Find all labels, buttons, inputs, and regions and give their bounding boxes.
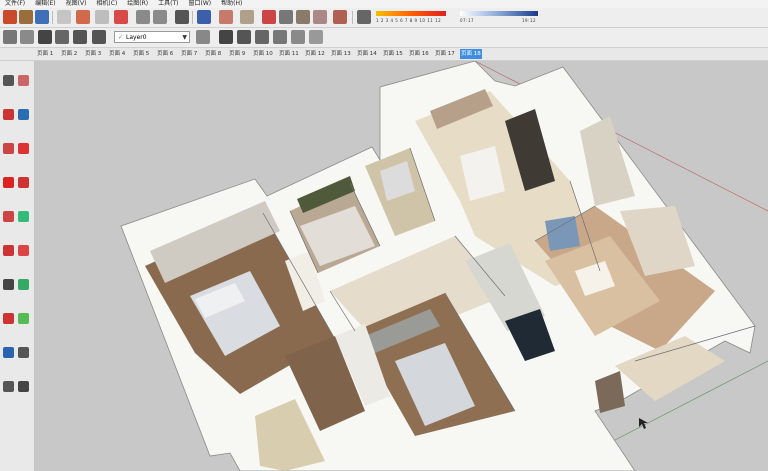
eraser-icon[interactable] — [18, 75, 29, 86]
arc-icon[interactable] — [3, 177, 14, 188]
view-toolbar: ✓ Layer0 ▼ — [0, 28, 768, 48]
chevron-down-icon: ▼ — [182, 34, 187, 41]
delete-icon[interactable] — [114, 10, 128, 24]
iso-view-icon[interactable] — [20, 30, 34, 44]
xray-style-icon[interactable] — [219, 30, 233, 44]
scene-tab-10[interactable]: 页面 10 — [252, 49, 274, 59]
layer-value: Layer0 — [126, 34, 147, 41]
undo-icon[interactable] — [136, 10, 150, 24]
menu-item-0[interactable]: 文件(F) — [0, 0, 30, 8]
left-toolbar — [0, 61, 35, 471]
shadow-time-slider[interactable] — [460, 11, 538, 16]
wireframe-icon[interactable] — [237, 30, 251, 44]
paste-icon[interactable] — [95, 10, 109, 24]
style-icon[interactable] — [240, 10, 254, 24]
house-icon[interactable] — [73, 30, 87, 44]
shaded-icon[interactable] — [273, 30, 287, 44]
match-photo-icon[interactable] — [333, 10, 347, 24]
scene-tab-8[interactable]: 页面 8 — [204, 49, 222, 59]
scene-tab-11[interactable]: 页面 11 — [278, 49, 300, 59]
scene-tab-5[interactable]: 页面 5 — [132, 49, 150, 59]
rotate-icon[interactable] — [3, 211, 14, 222]
fog-icon[interactable] — [296, 10, 310, 24]
cut-icon[interactable] — [57, 10, 71, 24]
camera-icon[interactable] — [3, 30, 17, 44]
menu-item-6[interactable]: 窗口(W) — [184, 0, 217, 8]
rectangle-icon[interactable] — [3, 143, 14, 154]
open-folder-icon[interactable] — [19, 10, 33, 24]
footprints-icon[interactable] — [18, 381, 29, 392]
model-viewport[interactable] — [35, 61, 768, 471]
material-icon[interactable] — [219, 10, 233, 24]
zoom-extents-icon[interactable] — [18, 347, 29, 358]
shaded-textures-icon[interactable] — [291, 30, 305, 44]
scene-tab-2[interactable]: 页面 2 — [60, 49, 78, 59]
redo-icon[interactable] — [153, 10, 167, 24]
menu-item-7[interactable]: 帮助(H) — [216, 0, 247, 8]
scene-tab-13[interactable]: 页面 13 — [330, 49, 352, 59]
scene-tabs: 页面 1 页面 2 页面 3 页面 4 页面 5 页面 6 页面 7 页面 8 页面 9 页面 1… — [0, 48, 768, 61]
pan-icon[interactable] — [18, 313, 29, 324]
check-icon: ✓ — [118, 34, 124, 41]
tape-measure-icon[interactable] — [3, 279, 14, 290]
scene-tab-9[interactable]: 页面 9 — [228, 49, 246, 59]
scene-tab-17[interactable]: 页面 17 — [434, 49, 456, 59]
main-toolbar: 1 2 3 4 5 6 7 8 9 10 11 12 07:17 19:12 — [0, 8, 768, 28]
layer-dropdown[interactable]: ✓ Layer0 ▼ — [114, 31, 190, 43]
paint-bucket-icon[interactable] — [3, 109, 14, 120]
scale-icon[interactable] — [18, 211, 29, 222]
xray-icon[interactable] — [313, 10, 327, 24]
back-view-icon[interactable] — [92, 30, 106, 44]
armchair — [545, 216, 580, 251]
scene-tab-4[interactable]: 页面 4 — [108, 49, 126, 59]
scene-tab-15[interactable]: 页面 15 — [382, 49, 404, 59]
layer-manager-icon[interactable] — [196, 30, 210, 44]
menu-bar: 文件(F) 编辑(E) 视图(V) 相机(C) 绘图(R) 工具(T) 窗口(W) 帮助(H) — [0, 0, 768, 8]
scene-tab-18[interactable]: 页面 18 — [460, 49, 482, 59]
scene-tab-16[interactable]: 页面 16 — [408, 49, 430, 59]
shadow-date-slider[interactable] — [376, 11, 446, 16]
shadow-time-end: 19:12 — [522, 18, 537, 23]
menu-item-1[interactable]: 编辑(E) — [30, 0, 60, 8]
select-icon[interactable] — [3, 75, 14, 86]
shadow-time-start: 07:17 — [460, 18, 475, 23]
text-icon[interactable] — [18, 279, 29, 290]
print-icon[interactable] — [175, 10, 189, 24]
menu-item-5[interactable]: 工具(T) — [153, 0, 183, 8]
copy-icon[interactable] — [76, 10, 90, 24]
hidden-line-icon[interactable] — [255, 30, 269, 44]
component-icon[interactable] — [197, 10, 211, 24]
zoom-icon[interactable] — [3, 347, 14, 358]
move-icon[interactable] — [18, 177, 29, 188]
scene-tab-12[interactable]: 页面 12 — [304, 49, 326, 59]
shadow-toggle-icon[interactable] — [357, 10, 371, 24]
new-file-icon[interactable] — [3, 10, 17, 24]
menu-item-2[interactable]: 视图(V) — [61, 0, 92, 8]
menu-item-4[interactable]: 绘图(R) — [122, 0, 153, 8]
floor-plan-model — [120, 61, 768, 471]
scene-tab-1[interactable]: 页面 1 — [36, 49, 54, 59]
shadow-date-scale: 1 2 3 4 5 6 7 8 9 10 11 12 — [376, 18, 442, 23]
menu-item-3[interactable]: 相机(C) — [91, 0, 122, 8]
scene-tab-7[interactable]: 页面 7 — [180, 49, 198, 59]
shadow-icon[interactable] — [262, 10, 276, 24]
scene-tab-14[interactable]: 页面 14 — [356, 49, 378, 59]
walk-icon[interactable] — [3, 381, 14, 392]
monochrome-icon[interactable] — [309, 30, 323, 44]
scene-tab-3[interactable]: 页面 3 — [84, 49, 102, 59]
scene-tab-6[interactable]: 页面 6 — [156, 49, 174, 59]
section-icon[interactable] — [279, 10, 293, 24]
push-pull-icon[interactable] — [3, 245, 14, 256]
front-view-icon[interactable] — [55, 30, 69, 44]
orbit-icon[interactable] — [3, 313, 14, 324]
offset-icon[interactable] — [18, 245, 29, 256]
circle-icon[interactable] — [18, 143, 29, 154]
home-icon[interactable] — [38, 30, 52, 44]
line-icon[interactable] — [18, 109, 29, 120]
save-icon[interactable] — [35, 10, 49, 24]
